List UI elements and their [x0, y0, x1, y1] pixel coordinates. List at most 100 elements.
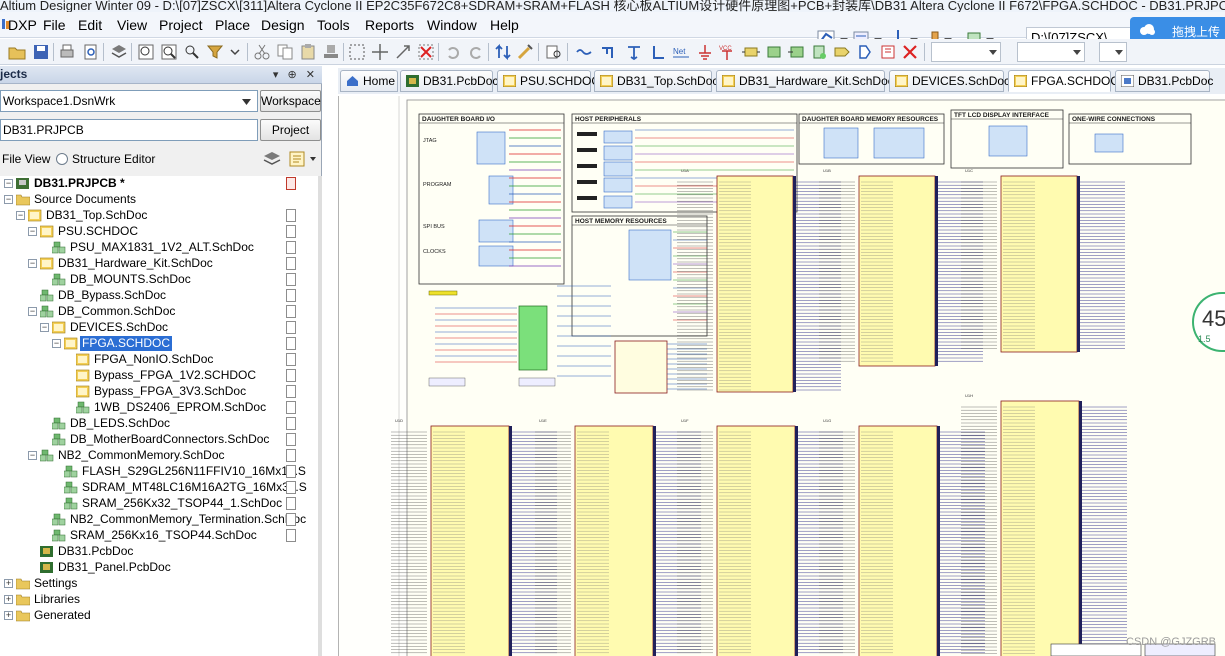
toolbar-combo-3[interactable]	[1099, 42, 1127, 62]
deselect-icon[interactable]	[417, 43, 435, 61]
tree-item[interactable]: FLASH_S29GL256N11FFIV10_16Mx16.S	[0, 464, 318, 480]
open-folder-icon[interactable]	[8, 43, 26, 61]
document-menu-icon[interactable]	[288, 150, 320, 168]
cross-probe-icon[interactable]	[516, 43, 534, 61]
tree-item[interactable]: DB_MOUNTS.SchDoc	[0, 272, 318, 288]
layers-icon[interactable]	[110, 43, 128, 61]
collapse-icon[interactable]: −	[40, 323, 49, 332]
tree-item[interactable]: + Generated	[0, 608, 318, 624]
expand-icon[interactable]: +	[4, 595, 13, 604]
workspace-button[interactable]: Workspace	[260, 90, 321, 112]
menu-file[interactable]: File	[43, 17, 66, 33]
paste-icon[interactable]	[299, 43, 317, 61]
expand-icon[interactable]: +	[4, 579, 13, 588]
schematic-canvas[interactable]: DAUGHTER BOARD I/O HOST PERIPHERALS DAUGHT…	[338, 96, 1225, 656]
tree-item[interactable]: − FPGA.SCHDOC	[0, 336, 318, 352]
menu-design[interactable]: Design	[261, 17, 305, 33]
place-part-icon[interactable]	[742, 43, 760, 61]
collapse-icon[interactable]: −	[28, 259, 37, 268]
collapse-icon[interactable]: −	[16, 211, 25, 220]
tree-item[interactable]: − DB31_Hardware_Kit.SchDoc	[0, 256, 318, 272]
tree-item[interactable]: − DB31_Top.SchDoc	[0, 208, 318, 224]
zoom-fit-icon[interactable]	[137, 43, 155, 61]
tab-devices[interactable]: DEVICES.SchDoc	[889, 70, 1010, 92]
toolbar-combo-1[interactable]	[931, 42, 1001, 62]
structure-editor-label[interactable]: Structure Editor	[72, 152, 155, 166]
tree-item[interactable]: PSU_MAX1831_1V2_ALT.SchDoc	[0, 240, 318, 256]
tree-item[interactable]: DB_LEDS.SchDoc	[0, 416, 318, 432]
filter-icon[interactable]	[206, 43, 224, 61]
menu-edit[interactable]: Edit	[78, 17, 102, 33]
redo-icon[interactable]	[467, 43, 485, 61]
project-options-icon[interactable]	[262, 150, 282, 168]
workspace-select[interactable]: Workspace1.DsnWrk	[0, 90, 258, 112]
place-net-label-icon[interactable]: Net	[672, 43, 690, 61]
tab-db31-top[interactable]: DB31_Top.SchDoc	[594, 70, 718, 92]
rubber-stamp-icon[interactable]	[322, 43, 340, 61]
tree-item[interactable]: + Settings	[0, 576, 318, 592]
place-wire-icon[interactable]	[575, 43, 593, 61]
gnd-port-icon[interactable]	[696, 43, 714, 61]
zoom-area-icon[interactable]	[160, 43, 178, 61]
menu-tools[interactable]: Tools	[317, 17, 350, 33]
tree-item[interactable]: NB2_CommonMemory_Termination.SchDoc	[0, 512, 318, 528]
tab-psu-schdoc[interactable]: PSU.SCHDOC	[497, 70, 600, 92]
tree-item[interactable]: DB31.PcbDoc	[0, 544, 318, 560]
directive-icon[interactable]	[879, 43, 897, 61]
file-view-radio-label[interactable]: File View	[2, 152, 50, 166]
tree-item[interactable]: SRAM_256Kx32_TSOP44_1.SchDoc	[0, 496, 318, 512]
tree-item[interactable]: − NB2_CommonMemory.SchDoc	[0, 448, 318, 464]
tree-item[interactable]: SDRAM_MT48LC16M16A2TG_16Mx32.S	[0, 480, 318, 496]
menu-window[interactable]: Window	[427, 17, 477, 33]
move-selection-icon[interactable]	[394, 43, 412, 61]
menu-dxp[interactable]: DXP	[8, 17, 37, 33]
tab-db31-pcbdoc-2[interactable]: DB31.PcbDoc	[1115, 70, 1213, 92]
tree-item[interactable]: SRAM_256Kx16_TSOP44.SchDoc	[0, 528, 318, 544]
place-bus-entry-icon[interactable]	[625, 43, 643, 61]
place-bus-segment-icon[interactable]	[650, 43, 668, 61]
library-browse-icon[interactable]	[545, 43, 563, 61]
menu-project[interactable]: Project	[159, 17, 203, 33]
tab-db31-pcbdoc[interactable]: DB31.PcbDoc	[400, 70, 498, 92]
tree-item[interactable]: DB_MotherBoardConnectors.SchDoc	[0, 432, 318, 448]
tree-item[interactable]: − PSU.SCHDOC	[0, 224, 318, 240]
off-sheet-connector-icon[interactable]	[856, 43, 874, 61]
collapse-icon[interactable]: −	[4, 179, 13, 188]
collapse-icon[interactable]: −	[28, 451, 37, 460]
schematic-drawing[interactable]: DAUGHTER BOARD I/O HOST PERIPHERALS DAUGHT…	[339, 96, 1225, 656]
place-port-icon[interactable]	[833, 43, 851, 61]
place-bus-icon[interactable]	[600, 43, 618, 61]
tree-item[interactable]: DB31_Panel.PcbDoc	[0, 560, 318, 576]
tree-item[interactable]: FPGA_NonIO.SchDoc	[0, 352, 318, 368]
tab-db31-hardware-kit[interactable]: DB31_Hardware_Kit.SchDoc	[716, 70, 894, 92]
tree-scrollbar[interactable]	[318, 176, 322, 656]
menu-view[interactable]: View	[117, 17, 147, 33]
menu-reports[interactable]: Reports	[365, 17, 414, 33]
tree-item[interactable]: Bypass_FPGA_3V3.SchDoc	[0, 384, 318, 400]
tree-item[interactable]: − Source Documents	[0, 192, 318, 208]
chevron-down-icon[interactable]	[226, 43, 244, 61]
copy-icon[interactable]	[276, 43, 294, 61]
structure-editor-radio[interactable]	[56, 153, 68, 165]
place-sheet-entry-icon[interactable]	[788, 43, 806, 61]
undo-icon[interactable]	[444, 43, 462, 61]
toolbar-combo-2[interactable]	[1017, 42, 1085, 62]
tree-item[interactable]: + Libraries	[0, 592, 318, 608]
hierarchy-up-down-icon[interactable]	[494, 43, 512, 61]
panel-title-buttons[interactable]: ▾ ⊕ ✕	[273, 68, 318, 81]
print-icon[interactable]	[58, 43, 76, 61]
project-button[interactable]: Project	[260, 119, 321, 141]
tab-home[interactable]: Home	[340, 70, 398, 92]
tree-item[interactable]: − DB_Common.SchDoc	[0, 304, 318, 320]
menu-help[interactable]: Help	[490, 17, 519, 33]
tab-fpga-schdoc-active[interactable]: FPGA.SCHDOC	[1008, 70, 1119, 92]
collapse-icon[interactable]: −	[4, 195, 13, 204]
save-icon[interactable]	[32, 43, 50, 61]
collapse-icon[interactable]: −	[52, 339, 61, 348]
vcc-port-icon[interactable]: VCC	[718, 43, 736, 61]
collapse-icon[interactable]: −	[28, 307, 37, 316]
tree-item[interactable]: − DB31.PRJPCB *	[0, 176, 318, 192]
cut-icon[interactable]	[253, 43, 271, 61]
tree-item[interactable]: Bypass_FPGA_1V2.SCHDOC	[0, 368, 318, 384]
print-preview-icon[interactable]	[82, 43, 100, 61]
